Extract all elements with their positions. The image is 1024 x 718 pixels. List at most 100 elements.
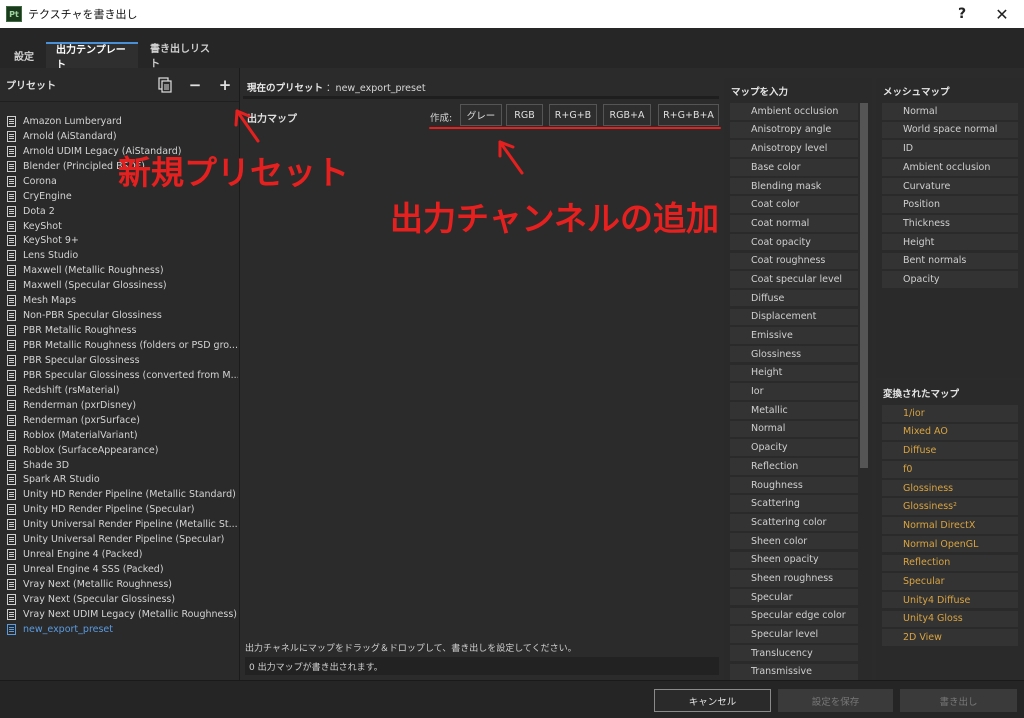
preset-item[interactable]: Non-PBR Specular Glossiness: [4, 308, 238, 323]
converted-map-item[interactable]: Normal DirectX: [882, 517, 1018, 534]
input-map-item[interactable]: Coat specular level: [730, 271, 858, 288]
converted-map-item[interactable]: Unity4 Diffuse: [882, 591, 1018, 609]
input-map-item[interactable]: Coat normal: [730, 215, 858, 232]
preset-item[interactable]: Unity HD Render Pipeline (Metallic Stand…: [4, 487, 238, 502]
preset-item[interactable]: Unity Universal Render Pipeline (Specula…: [4, 532, 238, 547]
input-map-item[interactable]: Ior: [730, 383, 858, 400]
converted-map-item[interactable]: Reflection: [882, 554, 1018, 571]
mesh-map-item[interactable]: Curvature: [882, 177, 1018, 195]
converted-map-item[interactable]: Glossiness: [882, 479, 1018, 497]
preset-item[interactable]: Amazon Lumberyard: [4, 114, 238, 129]
input-map-item[interactable]: Reflection: [730, 458, 858, 475]
input-map-item[interactable]: Diffuse: [730, 289, 858, 307]
input-map-item[interactable]: Height: [730, 364, 858, 382]
duplicate-icon[interactable]: [156, 76, 174, 94]
input-map-item[interactable]: Normal: [730, 420, 858, 438]
preset-item[interactable]: Unity HD Render Pipeline (Specular): [4, 502, 238, 517]
input-map-item[interactable]: Opacity: [730, 439, 858, 456]
preset-item[interactable]: Roblox (MaterialVariant): [4, 428, 238, 443]
preset-item[interactable]: Unity Universal Render Pipeline (Metalli…: [4, 517, 238, 532]
input-map-item[interactable]: Emissive: [730, 327, 858, 344]
input-map-item[interactable]: Ambient occlusion: [730, 103, 858, 120]
input-map-item[interactable]: Sheen opacity: [730, 551, 858, 568]
create-r-g-b-button[interactable]: R+G+B: [549, 104, 597, 126]
preset-item[interactable]: Mesh Maps: [4, 293, 238, 308]
input-map-item[interactable]: Sheen roughness: [730, 570, 858, 587]
input-map-item[interactable]: Scattering color: [730, 514, 858, 531]
mesh-map-item[interactable]: Position: [882, 196, 1018, 213]
preset-item[interactable]: Vray Next UDIM Legacy (Metallic Roughnes…: [4, 607, 238, 622]
input-map-item[interactable]: Roughness: [730, 476, 858, 494]
create-rgb-a-button[interactable]: RGB+A: [603, 104, 651, 126]
input-map-item[interactable]: Glossiness: [730, 345, 858, 363]
preset-item[interactable]: Lens Studio: [4, 248, 238, 263]
preset-item[interactable]: Roblox (SurfaceAppearance): [4, 443, 238, 458]
converted-map-item[interactable]: Mixed AO: [882, 423, 1018, 441]
preset-item[interactable]: Arnold (AiStandard): [4, 129, 238, 144]
input-map-item[interactable]: Specular edge color: [730, 607, 858, 625]
preset-item[interactable]: Renderman (pxrDisney): [4, 398, 238, 413]
converted-map-item[interactable]: Diffuse: [882, 442, 1018, 459]
mesh-map-item[interactable]: Height: [882, 233, 1018, 251]
preset-item[interactable]: PBR Specular Glossiness (converted from …: [4, 368, 238, 383]
create-gray-button[interactable]: グレー: [460, 104, 502, 126]
input-map-item[interactable]: Coat roughness: [730, 252, 858, 269]
input-map-item[interactable]: Displacement: [730, 308, 858, 326]
preset-item[interactable]: PBR Specular Glossiness: [4, 353, 238, 368]
preset-item[interactable]: Vray Next (Specular Glossiness): [4, 592, 238, 607]
converted-map-item[interactable]: 2D View: [882, 629, 1018, 646]
converted-map-item[interactable]: Glossiness²: [882, 498, 1018, 515]
preset-item[interactable]: PBR Metallic Roughness (folders or PSD g…: [4, 338, 238, 353]
preset-item[interactable]: Maxwell (Metallic Roughness): [4, 263, 238, 278]
input-map-item[interactable]: Base color: [730, 159, 858, 176]
converted-map-item[interactable]: 1/ior: [882, 405, 1018, 422]
tab-settings[interactable]: 設定: [4, 42, 44, 68]
preset-item[interactable]: Shade 3D: [4, 458, 238, 473]
create-r-g-b-a-button[interactable]: R+G+B+A: [658, 104, 719, 126]
preset-item[interactable]: Renderman (pxrSurface): [4, 413, 238, 428]
help-button[interactable]: ?: [942, 0, 982, 28]
preset-item[interactable]: PBR Metallic Roughness: [4, 323, 238, 338]
remove-preset-button[interactable]: −: [186, 76, 204, 94]
input-map-item[interactable]: Coat color: [730, 196, 858, 213]
save-settings-button[interactable]: 設定を保存: [778, 689, 893, 712]
input-map-item[interactable]: Metallic: [730, 402, 858, 419]
converted-map-item[interactable]: Unity4 Gloss: [882, 610, 1018, 628]
preset-item[interactable]: Vray Next (Metallic Roughness): [4, 577, 238, 592]
preset-item[interactable]: Unreal Engine 4 SSS (Packed): [4, 562, 238, 577]
input-map-item[interactable]: Transmissive: [730, 663, 858, 680]
input-map-item[interactable]: Specular: [730, 588, 858, 606]
add-preset-button[interactable]: +: [216, 76, 234, 94]
preset-item[interactable]: new_export_preset: [4, 622, 238, 637]
mesh-map-item[interactable]: World space normal: [882, 121, 1018, 139]
mesh-map-item[interactable]: Thickness: [882, 215, 1018, 232]
input-map-item[interactable]: Translucency: [730, 644, 858, 662]
preset-item[interactable]: KeyShot: [4, 219, 238, 234]
input-map-item[interactable]: Specular level: [730, 626, 858, 643]
input-map-item[interactable]: Sheen color: [730, 532, 858, 550]
export-button[interactable]: 書き出し: [900, 689, 1017, 712]
converted-map-item[interactable]: f0: [882, 461, 1018, 478]
preset-item[interactable]: Redshift (rsMaterial): [4, 383, 238, 398]
cancel-button[interactable]: キャンセル: [654, 689, 771, 712]
input-map-item[interactable]: Blending mask: [730, 177, 858, 195]
preset-item[interactable]: Spark AR Studio: [4, 473, 238, 488]
preset-item[interactable]: Dota 2: [4, 204, 238, 219]
converted-map-item[interactable]: Specular: [882, 573, 1018, 590]
mesh-map-item[interactable]: Normal: [882, 103, 1018, 120]
preset-item[interactable]: Unreal Engine 4 (Packed): [4, 547, 238, 562]
input-maps-scrollbar[interactable]: [860, 103, 868, 468]
input-map-item[interactable]: Anisotropy level: [730, 140, 858, 157]
mesh-map-item[interactable]: Bent normals: [882, 252, 1018, 269]
create-rgb-button[interactable]: RGB: [506, 104, 543, 126]
mesh-map-item[interactable]: Opacity: [882, 271, 1018, 288]
mesh-map-item[interactable]: Ambient occlusion: [882, 159, 1018, 176]
input-map-item[interactable]: Coat opacity: [730, 233, 858, 251]
preset-item[interactable]: KeyShot 9+: [4, 234, 238, 249]
preset-item[interactable]: Maxwell (Specular Glossiness): [4, 278, 238, 293]
tab-output-template[interactable]: 出力テンプレート: [46, 42, 138, 71]
input-map-item[interactable]: Anisotropy angle: [730, 121, 858, 139]
converted-map-item[interactable]: Normal OpenGL: [882, 535, 1018, 553]
input-map-item[interactable]: Scattering: [730, 495, 858, 512]
close-button[interactable]: ✕: [982, 0, 1022, 28]
